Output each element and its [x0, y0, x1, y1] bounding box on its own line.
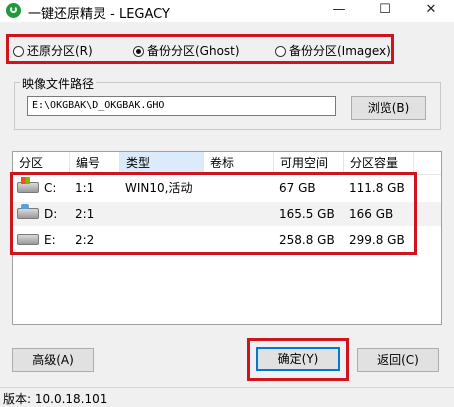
image-path-label: 映像文件路径 — [20, 75, 97, 92]
radio-backup-imagex[interactable]: 备份分区(Imagex) — [275, 42, 391, 59]
col-free[interactable]: 可用空间 — [274, 152, 344, 174]
window-title: 一键还原精灵 - LEGACY — [28, 7, 170, 22]
col-number[interactable]: 编号 — [70, 152, 120, 174]
col-partition[interactable]: 分区 — [13, 152, 70, 174]
advanced-button[interactable]: 高级(A) — [12, 348, 94, 372]
radio-backup-ghost-label: 备份分区(Ghost) — [147, 44, 240, 58]
cell-free: 165.5 GB — [279, 207, 335, 221]
radio-backup-ghost[interactable]: 备份分区(Ghost) — [133, 42, 240, 59]
cell-number: 1:1 — [75, 181, 95, 195]
title-bar: 一键还原精灵 - LEGACY — ☐ ✕ — [0, 0, 454, 22]
radio-restore[interactable]: 还原分区(R) — [13, 42, 93, 59]
image-path-input[interactable]: E:\OKGBAK\D_OKGBAK.GHO — [27, 96, 336, 116]
cell-drive: C: — [44, 181, 57, 195]
version-text: 版本: 10.0.18.101 — [3, 392, 108, 406]
col-capacity[interactable]: 分区容量 — [344, 152, 414, 174]
table-row[interactable]: D: 2:1 165.5 GB 166 GB — [13, 202, 441, 226]
cell-type: WIN10,活动 — [125, 181, 193, 195]
cell-number: 2:1 — [75, 207, 95, 221]
back-button[interactable]: 返回(C) — [357, 348, 439, 372]
close-button[interactable]: ✕ — [408, 0, 454, 22]
cell-free: 67 GB — [279, 181, 316, 195]
radio-backup-ghost-dot[interactable] — [133, 46, 144, 57]
cell-capacity: 111.8 GB — [349, 181, 405, 195]
radio-restore-label: 还原分区(R) — [27, 44, 93, 58]
partition-table: 分区 编号 类型 卷标 可用空间 分区容量 C: 1:1 WIN10,活动 67… — [12, 151, 442, 325]
system-drive-icon — [17, 177, 39, 193]
col-label[interactable]: 卷标 — [204, 152, 274, 174]
cell-capacity: 299.8 GB — [349, 233, 405, 247]
table-row[interactable]: C: 1:1 WIN10,活动 67 GB 111.8 GB — [13, 176, 441, 200]
table-header: 分区 编号 类型 卷标 可用空间 分区容量 — [13, 152, 441, 175]
ok-button[interactable]: 确定(Y) — [256, 347, 340, 371]
app-logo-icon — [6, 3, 21, 18]
radio-backup-imagex-label: 备份分区(Imagex) — [289, 44, 391, 58]
drive-icon — [17, 234, 39, 245]
cell-drive: D: — [44, 207, 58, 221]
radio-restore-dot[interactable] — [13, 46, 24, 57]
col-type[interactable]: 类型 — [120, 152, 204, 174]
minimize-button[interactable]: — — [316, 0, 362, 22]
cell-free: 258.8 GB — [279, 233, 335, 247]
maximize-button[interactable]: ☐ — [362, 0, 408, 22]
cell-drive: E: — [44, 233, 56, 247]
radio-backup-imagex-dot[interactable] — [275, 46, 286, 57]
cell-capacity: 166 GB — [349, 207, 394, 221]
browse-button[interactable]: 浏览(B) — [351, 96, 426, 120]
data-drive-icon — [17, 204, 39, 219]
cell-number: 2:2 — [75, 233, 95, 247]
table-row[interactable]: E: 2:2 258.8 GB 299.8 GB — [13, 228, 441, 252]
